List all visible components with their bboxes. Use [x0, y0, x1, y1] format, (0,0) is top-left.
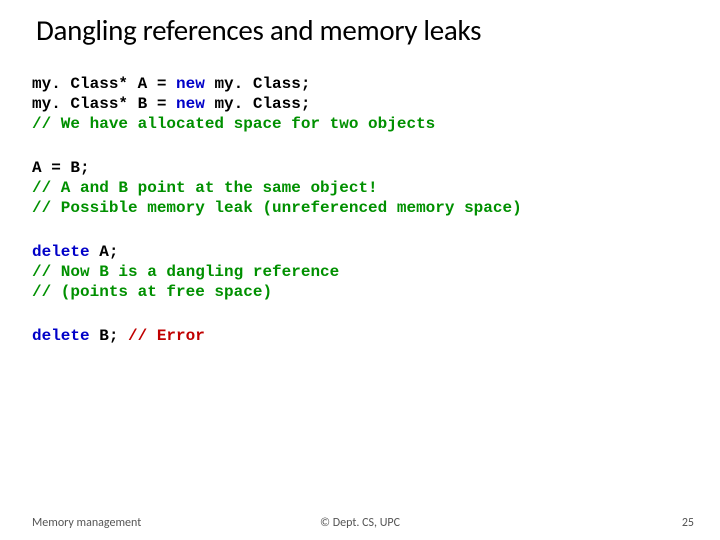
keyword-new: new [176, 75, 205, 93]
code-block-1: my. Class* A = new my. Class; my. Class*… [32, 74, 688, 134]
code-error-comment: // Error [128, 327, 205, 345]
code-text: A; [90, 243, 119, 261]
code-text: my. Class; [205, 95, 311, 113]
code-comment: // We have allocated space for two objec… [32, 115, 435, 133]
footer-center: © Dept. CS, UPC [320, 516, 400, 530]
code-block-3: delete A; // Now B is a dangling referen… [32, 242, 688, 302]
code-comment: // A and B point at the same object! [32, 179, 378, 197]
code-block-4: delete B; // Error [32, 326, 688, 346]
slide-footer: Memory management © Dept. CS, UPC 25 [0, 516, 720, 530]
keyword-delete: delete [32, 243, 90, 261]
slide-number: 25 [682, 516, 694, 530]
code-comment: // Possible memory leak (unreferenced me… [32, 199, 522, 217]
keyword-new: new [176, 95, 205, 113]
code-text: my. Class; [205, 75, 311, 93]
code-block-2: A = B; // A and B point at the same obje… [32, 158, 688, 218]
code-text: my. Class* B = [32, 95, 176, 113]
code-text: my. Class* A = [32, 75, 176, 93]
keyword-delete: delete [32, 327, 90, 345]
slide-title: Dangling references and memory leaks [32, 12, 688, 48]
code-text: B; [90, 327, 128, 345]
footer-left: Memory management [32, 516, 141, 530]
code-text: A = B; [32, 159, 90, 177]
code-comment: // Now B is a dangling reference [32, 263, 339, 281]
code-comment: // (points at free space) [32, 283, 272, 301]
